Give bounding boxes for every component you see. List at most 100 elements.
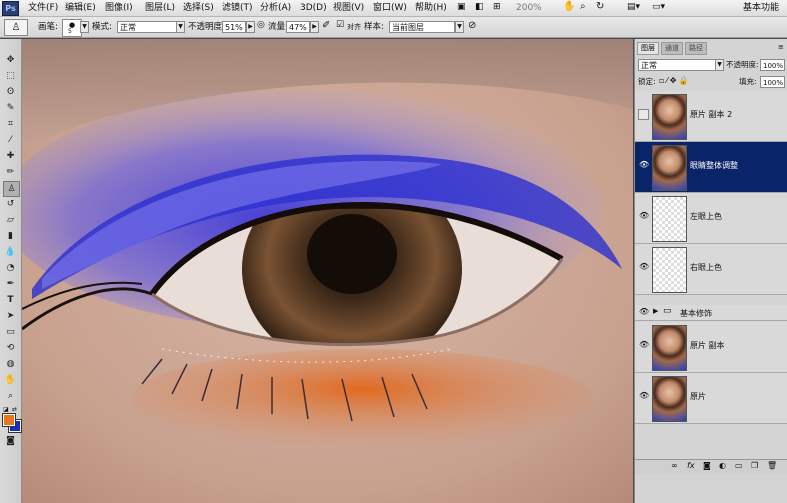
gradient-tool-icon[interactable]: ▮ [3, 229, 18, 243]
sample-label: 样本: [364, 22, 384, 32]
eraser-tool-icon[interactable]: ▱ [3, 213, 18, 227]
adjustment-layer-icon[interactable]: ◐ [719, 461, 726, 470]
menu-select[interactable]: 选择(S) [183, 1, 214, 15]
rotate-view-icon[interactable]: ↻ [596, 1, 604, 12]
history-brush-tool-icon[interactable]: ↺ [3, 197, 18, 211]
layer-row[interactable]: 👁 原片 副本 [635, 322, 787, 373]
layer-thumbnail [652, 247, 687, 293]
quick-select-tool-icon[interactable]: ✎ [3, 101, 18, 115]
layer-row-selected[interactable]: 👁 眼睛整体调整 [635, 142, 787, 193]
menu-analysis[interactable]: 分析(A) [260, 1, 291, 15]
swap-colors-icon[interactable]: ⇄ [12, 406, 17, 413]
delete-layer-icon[interactable]: 🗑 [767, 461, 777, 470]
eye-icon[interactable]: 👁 [639, 307, 649, 316]
eyedropper-tool-icon[interactable]: ⁄ [3, 133, 18, 147]
default-colors-icon[interactable]: ◪ [3, 406, 9, 413]
blend-mode-arrow[interactable]: ▼ [715, 59, 724, 71]
menu-image[interactable]: 图像(I) [105, 1, 133, 15]
opacity-label: 不透明度: [188, 22, 225, 32]
flow-input[interactable]: 47% [286, 21, 310, 33]
zoom-tool-icon[interactable]: ⌕ [3, 389, 18, 403]
eye-icon[interactable]: 👁 [639, 211, 649, 221]
blur-tool-icon[interactable]: 💧 [3, 245, 18, 259]
airbrush-icon[interactable]: ✐ [322, 20, 330, 31]
eye-icon[interactable]: 👁 [639, 340, 649, 350]
link-layers-icon[interactable]: ∞ [671, 461, 678, 470]
path-select-tool-icon[interactable]: ➤ [3, 309, 18, 323]
layer-row[interactable]: 原片 副本 2 [635, 91, 787, 142]
layer-row[interactable]: 👁 原片 [635, 373, 787, 424]
type-tool-icon[interactable]: T [3, 293, 18, 307]
menu-file[interactable]: 文件(F) [28, 1, 58, 15]
clone-stamp-tool-icon[interactable]: ♙ [3, 181, 20, 197]
lock-icons[interactable]: ▫⁄✥🔒 [659, 76, 690, 85]
menu-view[interactable]: 视图(V) [333, 1, 364, 15]
menu-filter[interactable]: 滤镜(T) [222, 1, 253, 15]
pen-tool-icon[interactable]: ✒ [3, 277, 18, 291]
menu-edit[interactable]: 编辑(E) [65, 1, 96, 15]
layer-row[interactable]: 👁 左眼上色 [635, 193, 787, 244]
shape-tool-icon[interactable]: ▭ [3, 325, 18, 339]
tab-layers[interactable]: 图层 [637, 42, 659, 55]
sample-dropdown-arrow[interactable]: ▼ [455, 21, 464, 33]
brush-dropdown-arrow[interactable]: ▼ [80, 21, 89, 33]
sample-select[interactable]: 当前图层 [389, 21, 455, 33]
dodge-tool-icon[interactable]: ◔ [3, 261, 18, 275]
add-mask-icon[interactable]: ◙ [703, 461, 711, 470]
zoom-icon[interactable]: ⌕ [580, 1, 586, 12]
layer-opacity-input[interactable]: 100% [760, 59, 785, 71]
document-canvas[interactable] [22, 39, 633, 503]
opacity-input[interactable]: 51% [222, 21, 246, 33]
menu-help[interactable]: 帮助(H) [415, 1, 447, 15]
eye-icon[interactable]: 👁 [639, 391, 649, 401]
foreground-color-swatch[interactable] [2, 413, 16, 427]
mode-dropdown-arrow[interactable]: ▼ [176, 21, 185, 33]
pressure-opacity-icon[interactable]: ◎ [257, 20, 265, 30]
tab-paths[interactable]: 路径 [685, 42, 707, 55]
brush-preset-picker[interactable]: ● 5 [62, 19, 82, 37]
layer-style-icon[interactable]: fx [687, 461, 695, 470]
opacity-slider-arrow[interactable]: ▶ [246, 21, 255, 33]
expand-triangle-icon[interactable]: ▶ [653, 307, 658, 315]
zoom-level[interactable]: 200% [516, 1, 542, 15]
tool-preset-picker[interactable]: ♙ [4, 19, 28, 36]
hand-icon[interactable]: ✋ [563, 1, 575, 12]
eye-icon[interactable]: 👁 [639, 262, 649, 272]
menu-3d[interactable]: 3D(D) [300, 1, 327, 15]
new-group-icon[interactable]: ▭ [735, 461, 743, 470]
marquee-tool-icon[interactable]: ⬚ [3, 69, 18, 83]
screen-mode-icon[interactable]: ▭▾ [652, 2, 665, 12]
blend-mode-select[interactable]: 正常 [638, 59, 716, 71]
new-layer-icon[interactable]: ❐ [751, 461, 758, 470]
menu-layer[interactable]: 图层(L) [145, 1, 175, 15]
flow-slider-arrow[interactable]: ▶ [310, 21, 319, 33]
mode-label: 模式: [92, 22, 112, 32]
workspace-switcher[interactable]: 基本功能 [743, 1, 779, 15]
lasso-tool-icon[interactable]: ʘ [3, 85, 18, 99]
move-tool-icon[interactable]: ✥ [3, 53, 18, 67]
tab-channels[interactable]: 通道 [661, 42, 683, 55]
hand-tool-icon[interactable]: ✋ [3, 373, 18, 387]
bridge-icon[interactable]: ▣ [457, 2, 471, 14]
ignore-adjustment-icon[interactable]: ⊘ [468, 20, 476, 31]
3d-orbit-tool-icon[interactable]: ◍ [3, 357, 18, 371]
healing-brush-tool-icon[interactable]: ✚ [3, 149, 18, 163]
layer-group-row[interactable]: 👁 ▶ ▭ 基本修饰 [635, 305, 787, 321]
minibridge-icon[interactable]: ◧ [475, 2, 489, 14]
panel-menu-icon[interactable]: ≡ [778, 43, 784, 51]
photoshop-logo[interactable]: Ps [2, 1, 19, 16]
fill-input[interactable]: 100% [760, 76, 785, 88]
eye-icon[interactable]: 👁 [639, 160, 649, 170]
quick-mask-icon[interactable]: ◙ [3, 434, 18, 448]
3d-rotate-tool-icon[interactable]: ⟲ [3, 341, 18, 355]
mode-select[interactable]: 正常 [117, 21, 177, 33]
crop-tool-icon[interactable]: ⌗ [3, 117, 18, 131]
layer-row[interactable]: 👁 右眼上色 [635, 244, 787, 295]
layer-thumbnail [652, 94, 687, 140]
aligned-checkbox[interactable]: ☑ [336, 20, 344, 30]
visibility-toggle[interactable] [638, 109, 649, 120]
brush-tool-icon[interactable]: ✏ [3, 165, 18, 179]
grid-icon[interactable]: ⊞ [493, 2, 507, 14]
menu-window[interactable]: 窗口(W) [373, 1, 407, 15]
arrange-documents-icon[interactable]: ▤▾ [627, 2, 640, 12]
